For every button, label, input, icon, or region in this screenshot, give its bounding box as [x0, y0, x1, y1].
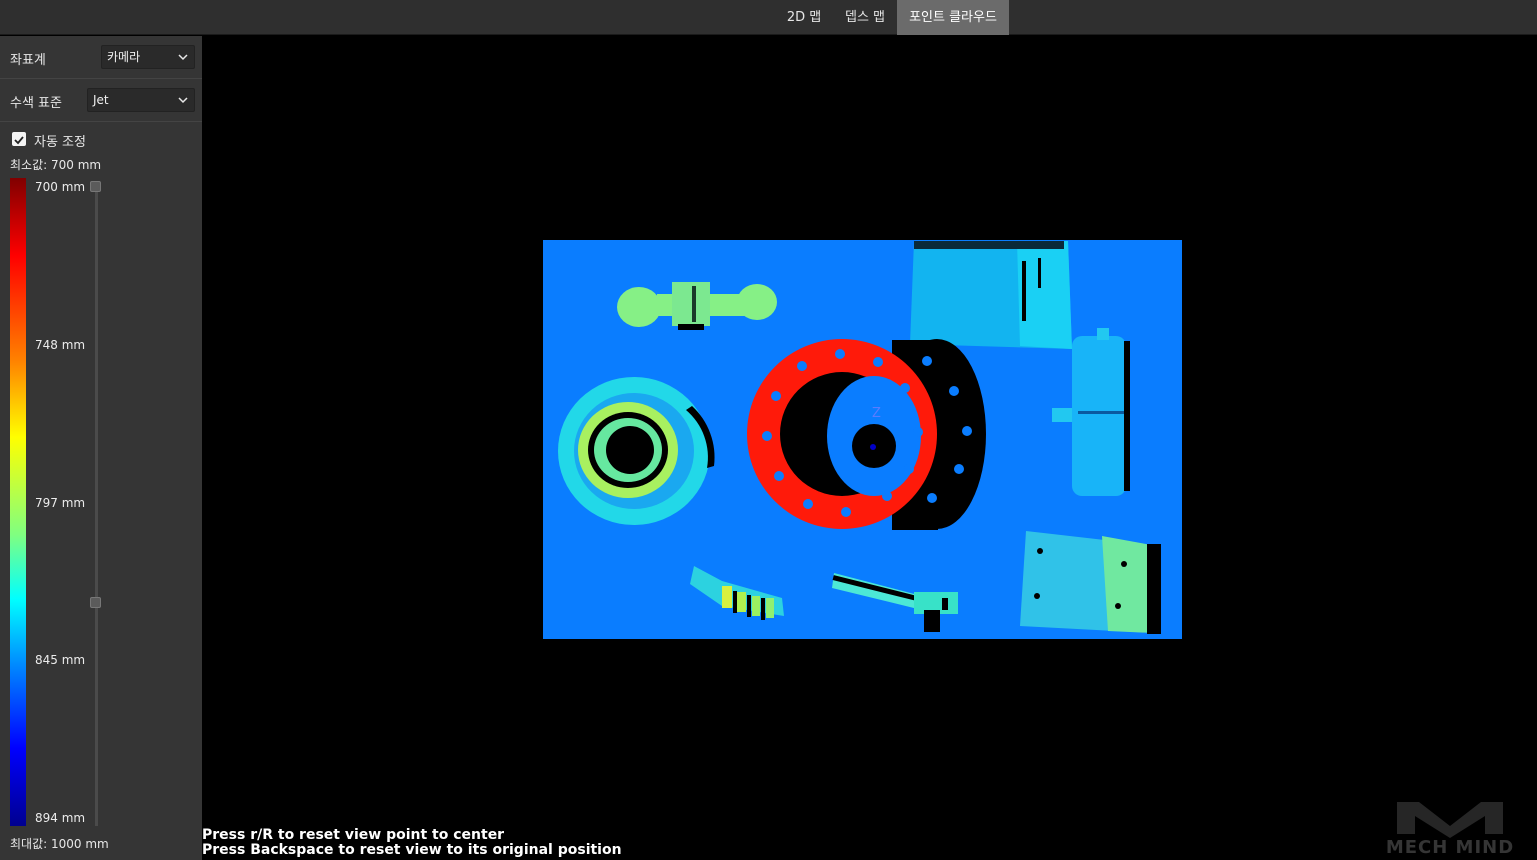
tab-2d-map[interactable]: 2D 맵: [775, 0, 833, 35]
max-value-label: 최대값: 1000 mm: [10, 837, 109, 851]
hint-reset-original: Press Backspace to reset view to its ori…: [202, 842, 622, 858]
color-scheme-label: 수색 표준: [10, 96, 62, 111]
colorbar-tick: 845 mm: [35, 653, 86, 667]
range-slider-track[interactable]: [95, 186, 98, 826]
view-mode-tabbar: 2D 맵 뎁스 맵 포인트 클라우드: [0, 0, 1537, 35]
auto-adjust-checkbox[interactable]: [12, 132, 26, 146]
range-slider-lower-handle[interactable]: [90, 597, 101, 608]
logo-mark-icon: [1397, 802, 1503, 838]
tab-depth-map[interactable]: 뎁스 맵: [835, 0, 895, 35]
hint-reset-center: Press r/R to reset view point to center: [202, 827, 505, 843]
divider: [0, 121, 202, 122]
chevron-down-icon: [178, 54, 188, 61]
jet-colorbar: [10, 178, 26, 826]
sidebar-panel: 좌표계 카메라 수색 표준 Jet 자동 조정 최소값: 700 mm 700 …: [0, 36, 202, 860]
plate-part: [1020, 531, 1161, 634]
tab-point-cloud[interactable]: 포인트 클라우드: [897, 0, 1009, 35]
mech-mind-logo: MECH MIND: [1377, 800, 1523, 858]
point-cloud-viewport[interactable]: Z Press r/R to reset view point to cente…: [202, 36, 1537, 860]
point-cloud-render: Z: [543, 240, 1182, 639]
app-window: 2D 맵 뎁스 맵 포인트 클라우드 좌표계 카메라 수색 표준 Jet 자동 …: [0, 0, 1537, 860]
chevron-down-icon: [178, 97, 188, 104]
color-scheme-select[interactable]: Jet: [87, 88, 195, 112]
colorbar-tick: 700 mm: [35, 180, 86, 194]
colorbar-tick: 748 mm: [35, 338, 86, 352]
colorbar-tick: 797 mm: [35, 496, 86, 510]
color-scheme-value: Jet: [93, 93, 109, 107]
auto-adjust-label: 자동 조정: [34, 135, 86, 150]
rectangular-block-part: [910, 241, 1072, 349]
watermark-text: MECH MIND: [1385, 837, 1515, 858]
range-slider-upper-handle[interactable]: [90, 181, 101, 192]
coordinate-system-label: 좌표계: [10, 53, 46, 68]
divider: [0, 78, 202, 79]
z-axis-label: Z: [872, 406, 881, 421]
coordinate-system-select[interactable]: 카메라: [101, 45, 195, 69]
colorbar-tick: 894 mm: [35, 811, 86, 825]
coordinate-system-value: 카메라: [107, 50, 141, 64]
checkmark-icon: [14, 136, 24, 145]
min-value-label: 최소값: 700 mm: [10, 158, 102, 172]
flange-part: [747, 339, 986, 530]
